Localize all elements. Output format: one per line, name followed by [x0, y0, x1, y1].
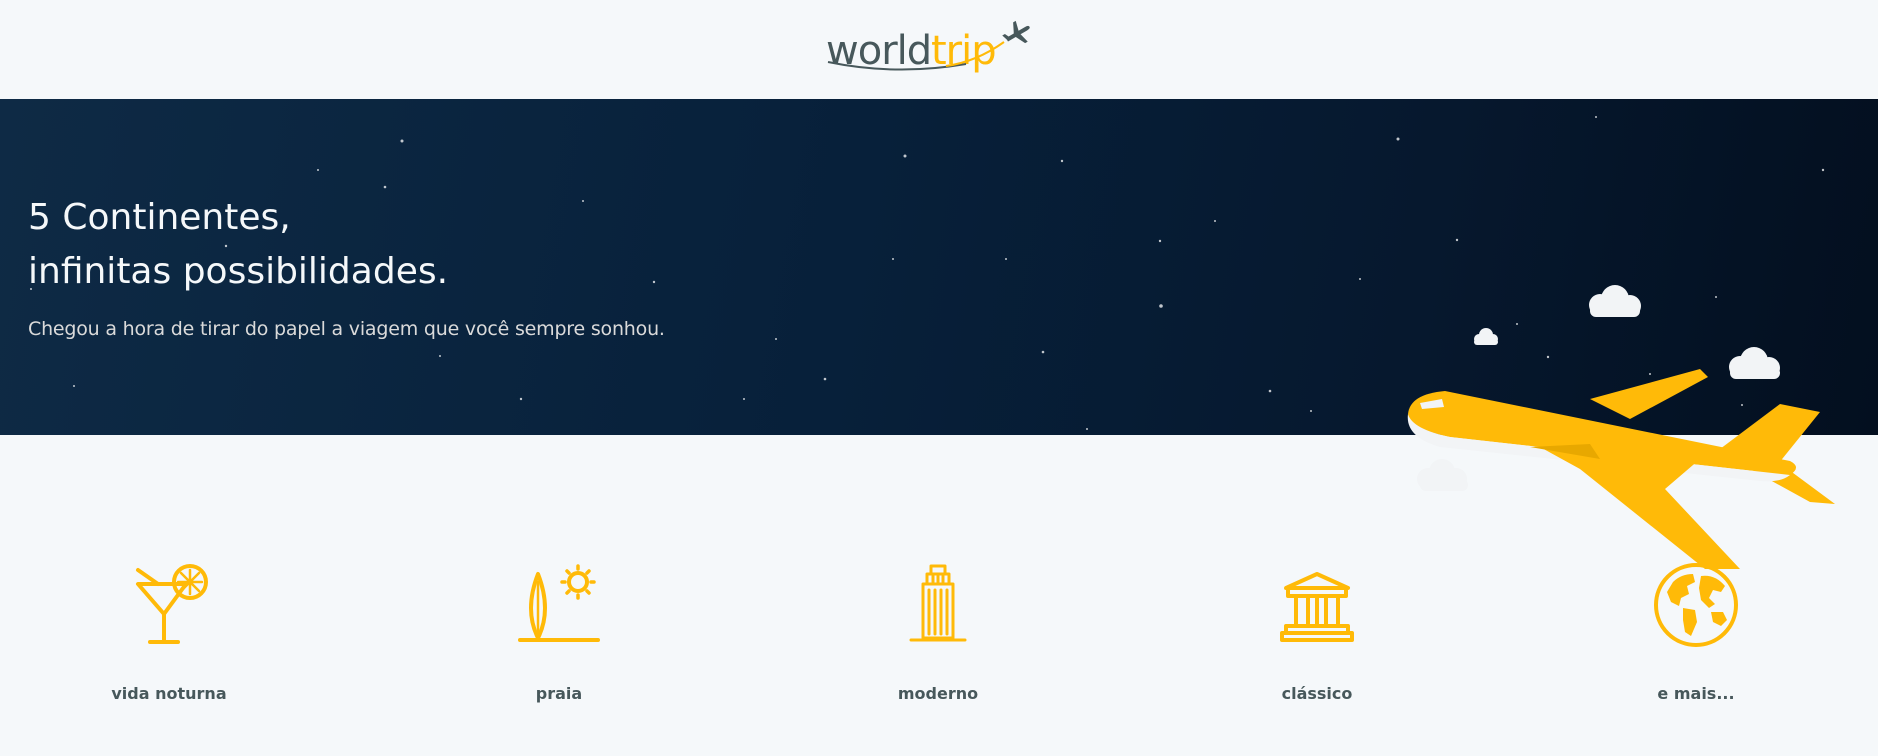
surfboard-sun-icon [518, 564, 600, 642]
category-classico[interactable]: clássico [1207, 560, 1427, 710]
skyscraper-icon [909, 564, 967, 642]
category-label: e mais... [1657, 684, 1735, 703]
category-e-mais[interactable]: e mais... [1586, 560, 1806, 710]
category-label: moderno [897, 684, 979, 703]
hero-banner: 5 Continentes, infinitas possibilidades.… [0, 99, 1878, 569]
header: world trip [0, 0, 1878, 99]
category-label: praia [535, 684, 583, 703]
cloud-icon [1589, 285, 1641, 317]
hero-title-line1: 5 Continentes, [28, 197, 291, 238]
worldtrip-logo[interactable]: world trip [826, 18, 1030, 80]
category-vida-noturna[interactable]: vida noturna [59, 560, 279, 710]
category-label: vida noturna [111, 684, 227, 703]
cocktail-icon [136, 564, 208, 644]
hero-subtitle: Chegou a hora de tirar do papel a viagem… [28, 318, 665, 340]
airplane-icon [827, 20, 1030, 71]
museum-icon [1280, 572, 1354, 642]
hero-title-line2: infinitas possibilidades. [28, 251, 449, 292]
travel-categories: vida noturna praia moderno clássico e ma… [0, 560, 1878, 720]
hero-title: 5 Continentes, infinitas possibilidades. [28, 191, 448, 299]
globe-icon [1654, 563, 1738, 647]
airplane-illustration [1407, 285, 1835, 569]
category-moderno[interactable]: moderno [828, 560, 1048, 710]
category-praia[interactable]: praia [449, 560, 669, 710]
category-label: clássico [1281, 684, 1353, 703]
